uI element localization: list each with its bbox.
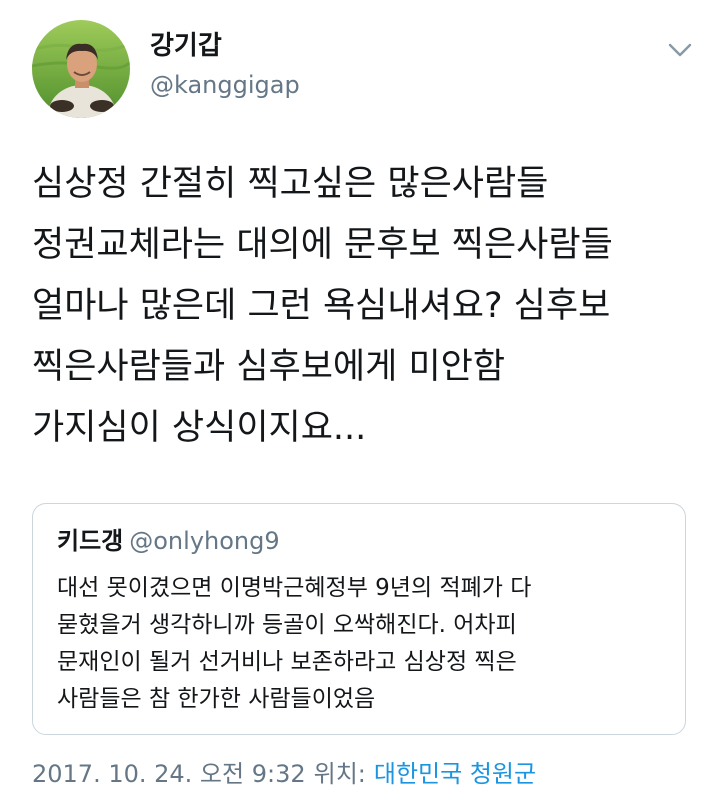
location-label: 위치: (313, 760, 366, 788)
tweet-timestamp[interactable]: 2017. 10. 24. 오전 9:32 (32, 760, 306, 788)
tweet-text-line: 가지심이 상식이지요... (32, 408, 367, 448)
tweet-text-line: 심상정 간절히 찍고싶은 많은사람들 (32, 164, 549, 204)
quoted-tweet-text: 대선 못이겼으면 이명박근혜정부 9년의 적폐가 다 묻혔을거 생각하니까 등골… (57, 570, 669, 718)
tweet-text-line: 찍은사람들과 심후보에게 미안함 (32, 347, 506, 387)
avatar[interactable] (32, 20, 130, 118)
author-display-name[interactable]: 강기갑 (150, 30, 222, 62)
quoted-author-display-name: 키드갱 (57, 527, 124, 555)
quoted-text-line: 대선 못이겼으면 이명박근혜정부 9년의 적폐가 다 (57, 575, 532, 601)
tweet-text-line: 얼마나 많은데 그런 욕심내셔요? 심후보 (32, 286, 611, 326)
quoted-tweet-header: 키드갱 @onlyhong9 (57, 526, 280, 556)
tweet-text-line: 정권교체라는 대의에 문후보 찍은사람들 (32, 225, 613, 265)
tweet-text: 심상정 간절히 찍고싶은 많은사람들 정권교체라는 대의에 문후보 찍은사람들 … (32, 154, 702, 459)
quoted-author-handle: @onlyhong9 (129, 527, 280, 555)
quoted-text-line: 문재인이 될거 선거비나 보존하라고 심상정 찍은 (57, 649, 517, 675)
tweet-meta: 2017. 10. 24. 오전 9:32 위치: 대한민국 청원군 (32, 759, 536, 789)
quoted-text-line: 묻혔을거 생각하니까 등골이 오싹해진다. 어차피 (57, 612, 517, 638)
chevron-down-icon[interactable] (664, 38, 696, 62)
quoted-text-line: 사람들은 참 한가한 사람들이었음 (57, 686, 376, 712)
location-link[interactable]: 대한민국 청원군 (374, 760, 536, 788)
quoted-tweet-card[interactable]: 키드갱 @onlyhong9 대선 못이겼으면 이명박근혜정부 9년의 적폐가 다… (32, 503, 686, 735)
author-handle[interactable]: @kanggigap (150, 70, 300, 100)
avatar-photo (32, 20, 130, 118)
